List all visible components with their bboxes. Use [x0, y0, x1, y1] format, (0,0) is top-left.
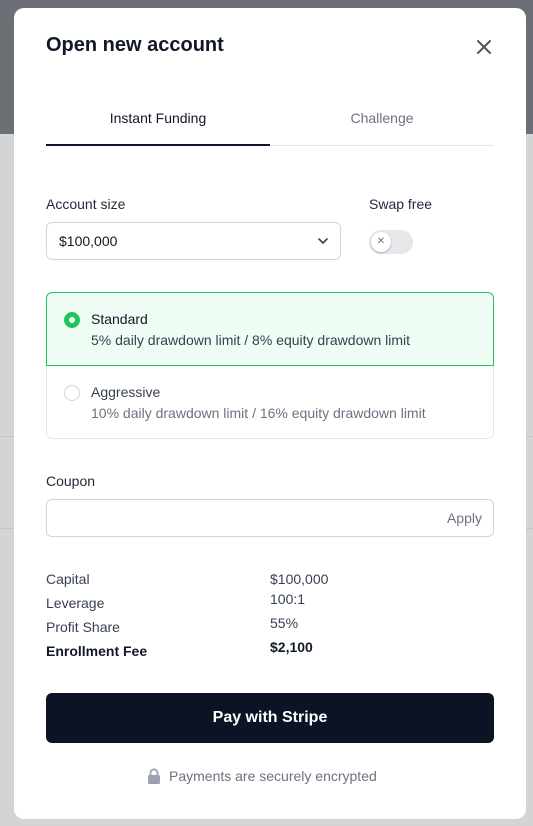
account-size-value: $100,000 — [59, 233, 118, 249]
modal-title: Open new account — [46, 34, 224, 56]
background-divider — [0, 436, 14, 437]
radio-selected[interactable] — [64, 312, 80, 328]
summary-value-leverage: 100:1 — [270, 591, 306, 607]
plan-options: Standard 5% daily drawdown limit / 8% eq… — [46, 292, 494, 439]
close-icon[interactable] — [472, 35, 496, 59]
lock-icon — [148, 768, 160, 784]
background-divider — [0, 528, 14, 529]
radio-unselected[interactable] — [64, 385, 80, 401]
swap-free-toggle[interactable]: ✕ — [369, 230, 413, 254]
open-account-modal: Open new account Instant Funding Challen… — [14, 8, 526, 819]
account-size-select[interactable]: $100,000 — [46, 222, 341, 260]
security-note: Payments are securely encrypted — [147, 768, 377, 784]
plan-name: Aggressive — [91, 384, 161, 400]
tab-instant-funding[interactable]: Instant Funding — [46, 104, 270, 146]
coupon-field: Apply — [46, 499, 494, 537]
plan-option-aggressive[interactable]: Aggressive 10% daily drawdown limit / 16… — [46, 365, 494, 439]
summary-value-capital: $100,000 — [270, 571, 329, 587]
coupon-input[interactable] — [59, 500, 429, 536]
summary-label-enrollment-fee: Enrollment Fee — [46, 643, 148, 659]
apply-coupon-button[interactable]: Apply — [447, 510, 482, 526]
security-note-text: Payments are securely encrypted — [169, 768, 377, 784]
plan-name: Standard — [91, 311, 148, 327]
plan-description: 10% daily drawdown limit / 16% equity dr… — [91, 405, 426, 421]
chevron-down-icon — [318, 238, 328, 244]
summary-label-leverage: Leverage — [46, 595, 105, 611]
summary-value-enrollment-fee: $2,100 — [270, 639, 313, 655]
pay-with-stripe-button[interactable]: Pay with Stripe — [46, 693, 494, 743]
plan-description: 5% daily drawdown limit / 8% equity draw… — [91, 332, 411, 348]
account-type-tabs: Instant Funding Challenge — [46, 104, 494, 146]
swap-free-label: Swap free — [369, 196, 433, 212]
tab-challenge[interactable]: Challenge — [270, 104, 494, 145]
summary-value-profit-share: 55% — [270, 615, 299, 631]
x-icon: ✕ — [371, 232, 391, 252]
summary-label-profit-share: Profit Share — [46, 619, 120, 635]
plan-option-standard[interactable]: Standard 5% daily drawdown limit / 8% eq… — [46, 292, 494, 366]
account-size-label: Account size — [46, 196, 126, 212]
summary-label-capital: Capital — [46, 571, 90, 587]
coupon-label: Coupon — [46, 473, 96, 489]
